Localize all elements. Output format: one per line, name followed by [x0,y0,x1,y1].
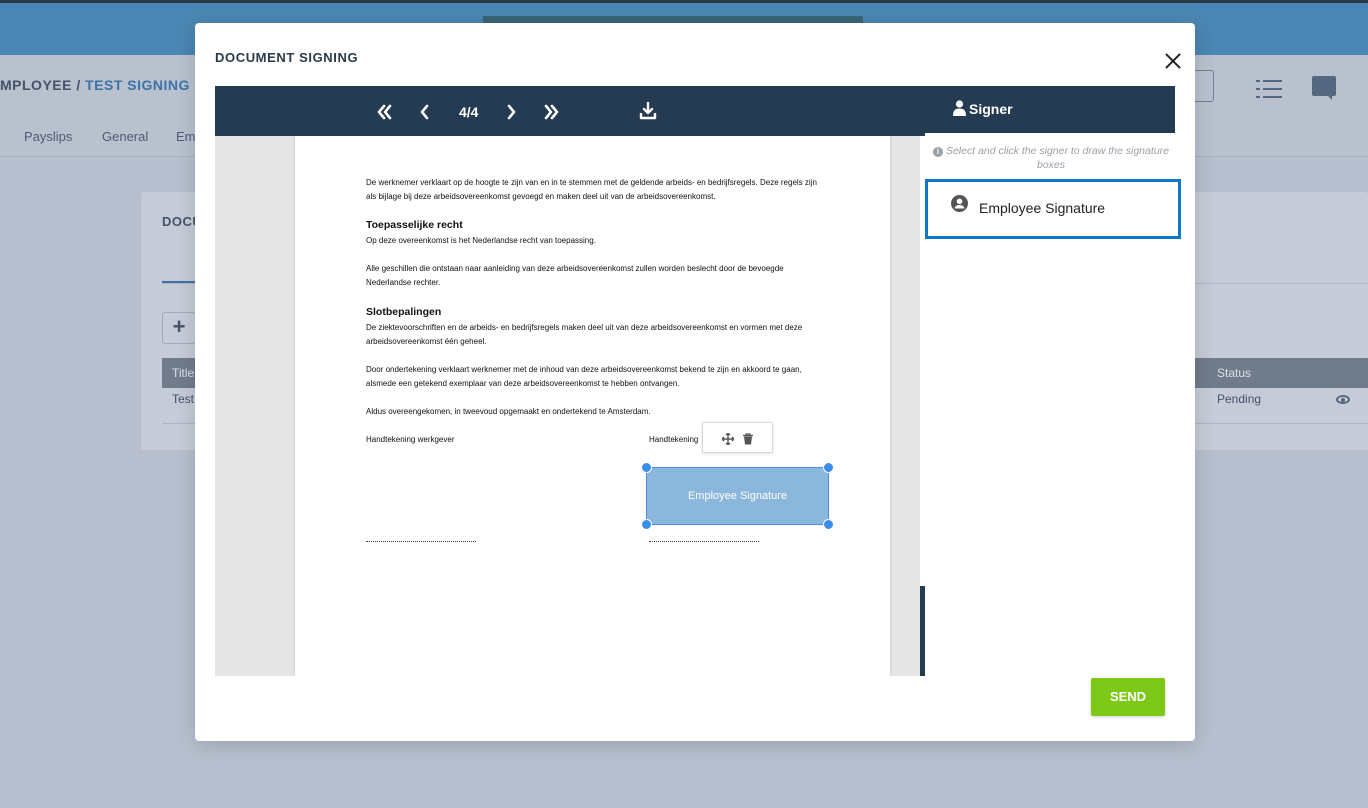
page-indicator: 4/4 [459,104,479,120]
doc-paragraph: Op deze overeenkomst is het Nederlandse … [366,236,596,245]
document-signing-modal: DOCUMENT SIGNING 4/4 De werknemer verkla… [195,23,1195,741]
employee-signature-box[interactable]: Employee Signature [641,462,834,530]
list-icon[interactable] [1256,79,1282,99]
prev-page-icon[interactable] [415,103,435,121]
breadcrumb: MPLOYEE / TEST SIGNING [0,77,190,93]
signature-box-label: Employee Signature [687,490,788,502]
add-button[interactable]: + [162,312,196,344]
breadcrumb-prefix[interactable]: MPLOYEE / [0,77,81,93]
employee-signature-line [649,541,759,542]
viewer-toolbar: 4/4 [215,86,925,136]
resize-handle-bottom-left[interactable] [641,519,652,530]
trash-icon[interactable] [742,432,754,445]
signer-hint: i Select and click the signer to draw th… [926,144,1176,172]
close-icon[interactable] [1163,51,1183,71]
send-button[interactable]: SEND [1091,678,1165,716]
employer-signature-line [366,541,476,542]
first-page-icon[interactable] [375,103,395,121]
row-status: Pending [1217,392,1262,406]
user-circle-icon [951,195,968,212]
chat-icon[interactable] [1312,76,1336,100]
resize-handle-top-right[interactable] [823,462,834,473]
info-icon: i [933,147,944,157]
signer-panel-title: Signer [969,101,1013,117]
resize-handle-bottom-right[interactable] [823,519,834,530]
user-icon [953,100,966,116]
document-viewer[interactable]: De werknemer verklaart op de hoogte te z… [215,136,920,676]
next-page-icon[interactable] [501,103,521,121]
doc-heading: Toepasselijke recht [366,219,463,231]
modal-title: DOCUMENT SIGNING [215,50,359,65]
tab-payslips[interactable]: Payslips [24,129,72,144]
viewer-scroll-thumb[interactable] [920,586,925,676]
tab-general[interactable]: General [102,129,148,144]
employee-signature-label: Handtekening [649,435,699,444]
doc-paragraph: Aldus overeengekomen, in tweevoud opgema… [366,407,651,416]
resize-handle-top-left[interactable] [641,462,652,473]
doc-paragraph: De ziektevoorschriften en de arbeids- en… [366,323,803,346]
last-page-icon[interactable] [541,103,561,121]
doc-paragraph: Door ondertekening verklaart werknemer m… [366,365,802,388]
signer-item-label: Employee Signature [979,200,1106,216]
doc-paragraph: De werknemer verklaart op de hoogte te z… [366,178,817,201]
doc-heading: Slotbepalingen [366,306,442,318]
signer-item-employee[interactable]: Employee Signature [925,179,1181,239]
signer-panel-header: Signer [925,86,1175,133]
eye-icon[interactable] [1336,395,1350,404]
signer-hint-text: Select and click the signer to draw the … [945,145,1169,171]
row-title: Test [172,392,195,406]
breadcrumb-current: TEST SIGNING [85,77,190,93]
download-icon[interactable] [639,101,657,120]
employer-signature-label: Handtekening werkgever [366,435,455,444]
move-icon[interactable] [721,432,735,446]
signature-box-toolbar [702,422,773,453]
doc-paragraph: Alle geschillen die ontstaan naar aanlei… [366,264,784,287]
column-status[interactable]: Status [1217,366,1251,380]
document-page: De werknemer verklaart op de hoogte te z… [295,136,890,676]
tab-employee[interactable]: Em [176,129,196,144]
column-title[interactable]: Title [172,366,194,380]
